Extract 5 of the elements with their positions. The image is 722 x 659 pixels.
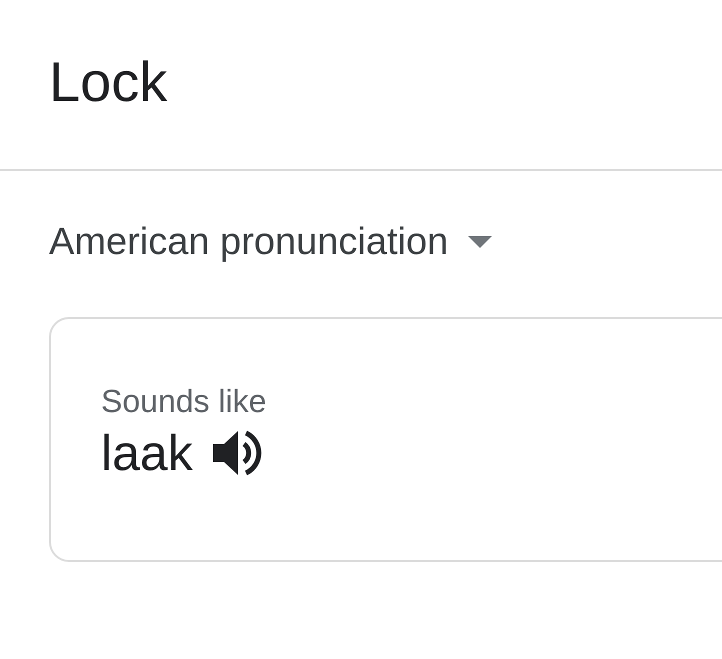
page-title: Lock bbox=[49, 54, 168, 110]
accent-dropdown[interactable]: American pronunciation bbox=[49, 223, 492, 261]
sounds-like-label: Sounds like bbox=[101, 385, 268, 417]
pronunciation-text: laak bbox=[101, 428, 193, 478]
caret-icon bbox=[468, 236, 492, 248]
